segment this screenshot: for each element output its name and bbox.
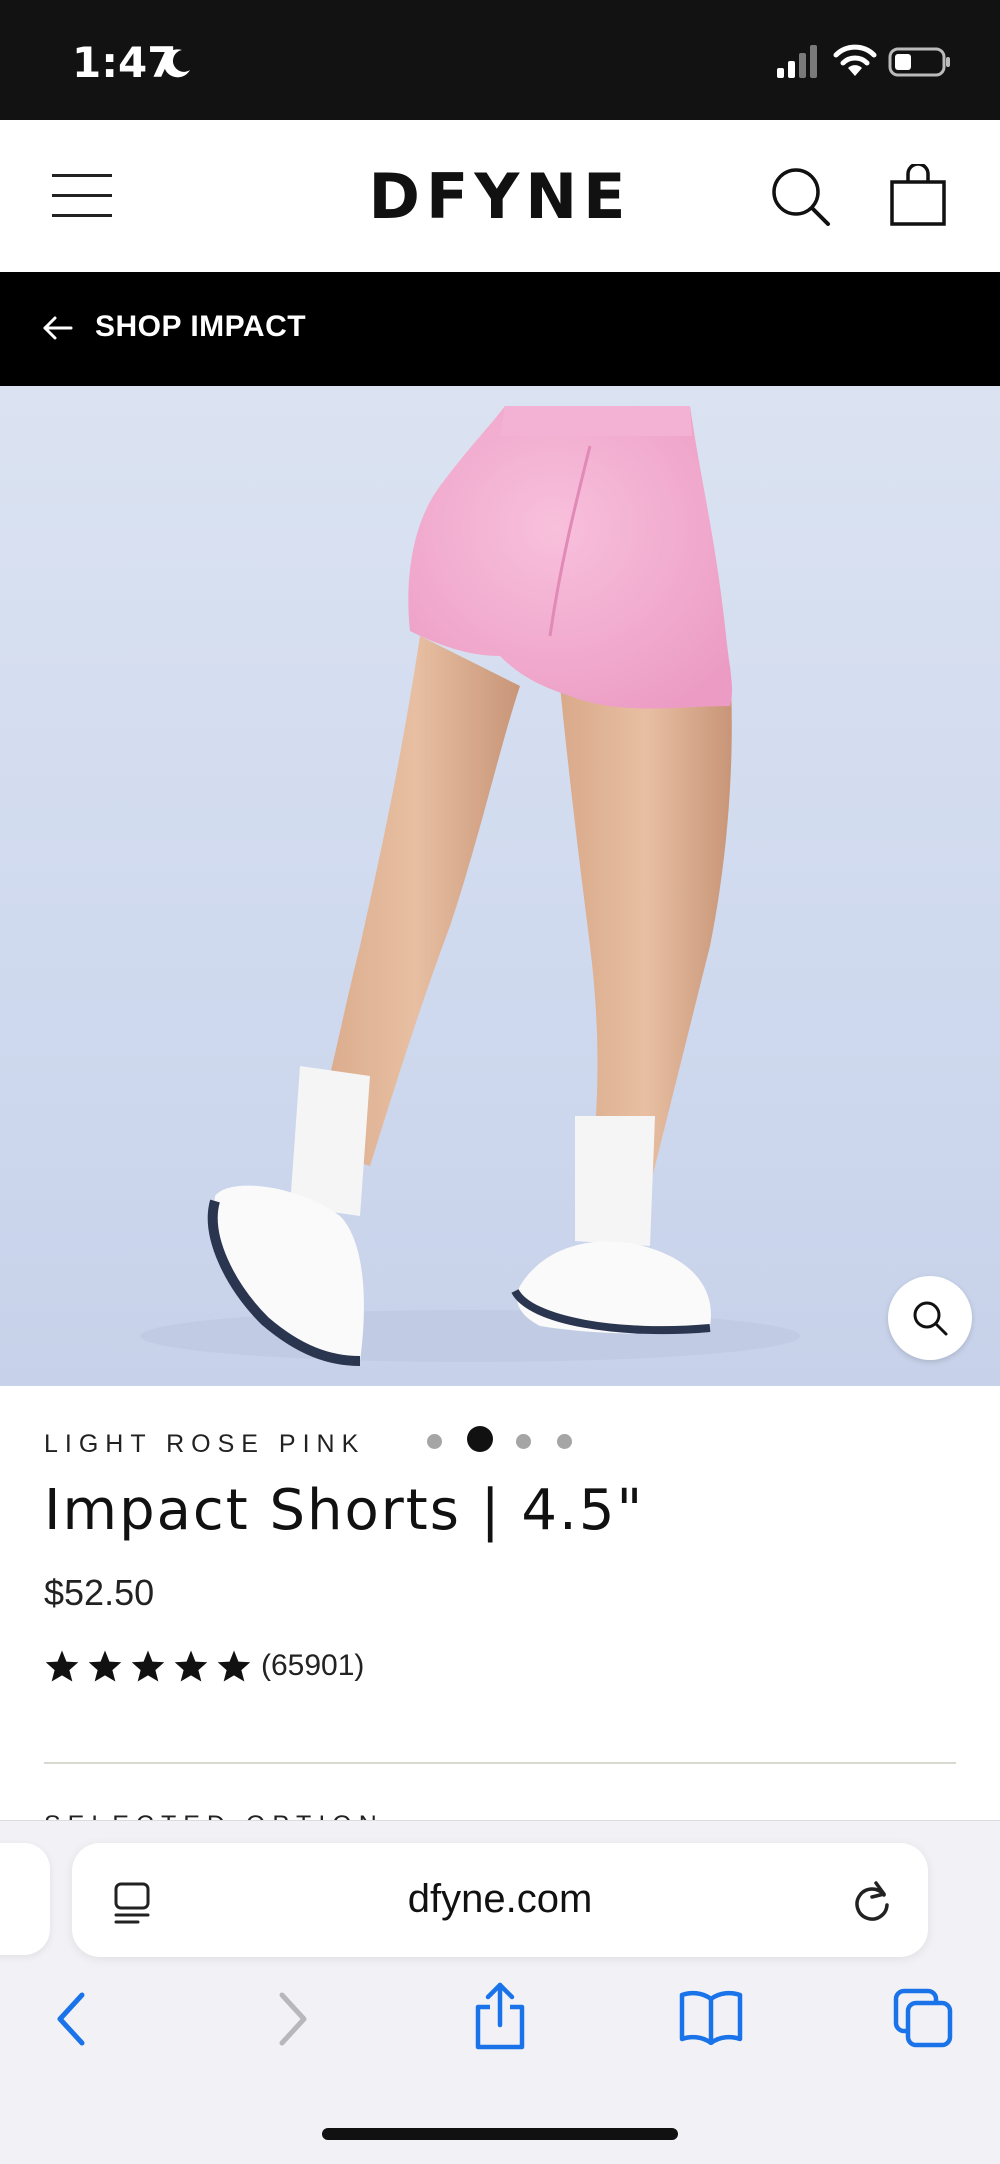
- previous-tab-preview[interactable]: [0, 1843, 50, 1955]
- wifi-icon: [833, 44, 877, 76]
- bookmarks-icon[interactable]: [678, 1989, 744, 2045]
- menu-icon[interactable]: [50, 172, 114, 220]
- signal-icon: [777, 45, 817, 78]
- moon-icon: [163, 49, 190, 78]
- back-icon[interactable]: [52, 1991, 92, 2047]
- star-icon: [45, 1650, 79, 1682]
- logo-text: DFYNE: [369, 168, 632, 224]
- star-icon: [217, 1650, 251, 1682]
- address-bar[interactable]: dfyne.com: [72, 1843, 928, 1957]
- url-text[interactable]: dfyne.com: [72, 1877, 928, 1922]
- product-rating[interactable]: (65901): [44, 1648, 364, 1684]
- image-pagination[interactable]: [425, 1426, 585, 1454]
- pagination-dot[interactable]: [427, 1434, 442, 1449]
- star-icon: [174, 1650, 208, 1682]
- product-title: Impact Shorts | 4.5": [44, 1478, 645, 1543]
- home-indicator: [322, 2128, 678, 2140]
- star-icon: [131, 1650, 165, 1682]
- search-icon[interactable]: [770, 166, 832, 228]
- browser-toolbar: dfyne.com: [0, 1820, 1000, 2164]
- product-color: LIGHT ROSE PINK: [44, 1430, 366, 1458]
- shop-impact-link[interactable]: SHOP IMPACT: [0, 272, 1000, 386]
- logo[interactable]: DFYNE: [356, 168, 644, 224]
- zoom-button[interactable]: [888, 1276, 972, 1360]
- reload-icon[interactable]: [850, 1879, 894, 1923]
- share-icon[interactable]: [472, 1981, 528, 2051]
- tabs-icon[interactable]: [892, 1987, 954, 2049]
- battery-icon: [888, 47, 950, 77]
- status-bar: 1:47: [0, 0, 1000, 120]
- review-count[interactable]: (65901): [261, 1649, 364, 1683]
- divider: [44, 1762, 956, 1764]
- pagination-dot[interactable]: [557, 1434, 572, 1449]
- pagination-dot[interactable]: [516, 1434, 531, 1449]
- product-price: $52.50: [44, 1572, 155, 1613]
- product-photo: [140, 406, 800, 1366]
- bag-icon[interactable]: [888, 164, 948, 228]
- forward-icon[interactable]: [272, 1991, 312, 2047]
- product-image[interactable]: [0, 386, 1000, 1386]
- star-icon: [88, 1650, 122, 1682]
- shop-impact-label: SHOP IMPACT: [95, 310, 307, 343]
- site-header: DFYNE: [0, 120, 1000, 272]
- back-arrow-icon: [43, 316, 73, 340]
- pagination-dot-active[interactable]: [467, 1426, 493, 1452]
- zoom-icon: [913, 1301, 948, 1336]
- selected-option-heading: SELECTED OPTION: [44, 1808, 384, 1820]
